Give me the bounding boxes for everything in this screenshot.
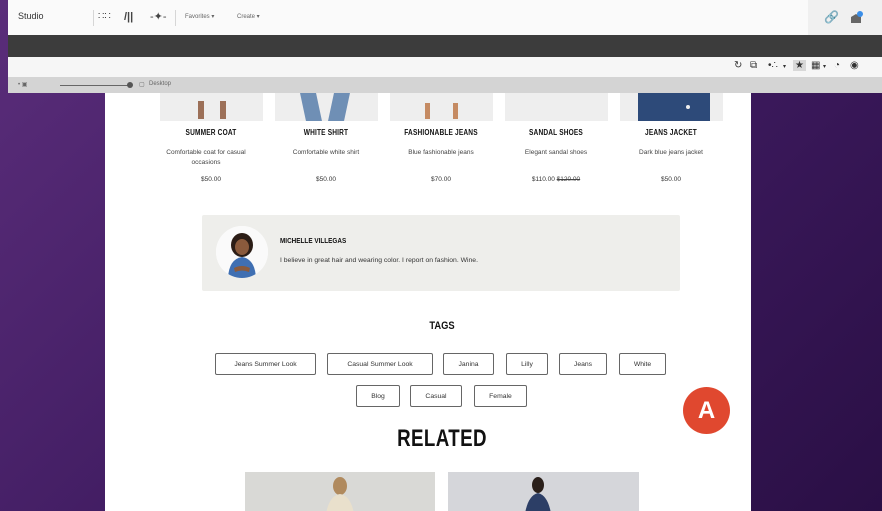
tag-chip[interactable]: Jeans <box>559 353 607 375</box>
product-name[interactable]: SANDAL SHOES <box>507 128 605 137</box>
refresh-icon[interactable]: ↻ <box>734 60 742 71</box>
editor-toolbar: ↻ ⧉ •∴ ▾ ★ ▦ ▾ ◔ ◉ <box>8 57 882 77</box>
old-price: $120.00 <box>556 176 581 183</box>
price-value: $70.00 <box>431 176 451 183</box>
favorites-menu[interactable]: Favorites ▾ <box>185 13 214 20</box>
product-price: $50.00 <box>271 176 381 183</box>
product-description: Elegant sandal shoes <box>524 149 588 156</box>
product-image[interactable] <box>620 93 723 121</box>
chevron-down-icon[interactable]: ▾ <box>783 63 786 70</box>
product-image[interactable] <box>275 93 378 121</box>
product-name[interactable]: JEANS JACKET <box>622 128 720 137</box>
product-image[interactable] <box>160 93 263 121</box>
product-image[interactable] <box>505 93 608 121</box>
topbar-right-area <box>808 0 882 35</box>
product-description: Dark blue jeans jacket <box>639 149 703 156</box>
price-value: $110.00 <box>531 176 555 183</box>
eye-icon[interactable]: ◉ <box>850 60 859 71</box>
tags-heading: TAGS <box>429 320 455 332</box>
link-icon[interactable]: 🔗 <box>824 11 839 23</box>
app-brand[interactable]: Studio <box>18 11 44 21</box>
clock-icon[interactable]: ◔ <box>834 60 840 71</box>
divider <box>93 10 94 26</box>
divider <box>175 10 176 26</box>
product-price: $110.00 $120.00 <box>501 176 611 183</box>
tag-chip[interactable]: Lilly <box>506 353 548 375</box>
related-image[interactable] <box>448 472 639 511</box>
tag-chip[interactable]: Casual Summer Look <box>327 353 433 375</box>
product-price: $50.00 <box>156 176 266 183</box>
view-bar: • ▣ ▢ Desktop <box>8 77 882 93</box>
zoom-slider-track[interactable] <box>60 85 130 86</box>
page-canvas: SUMMER COAT WHITE SHIRT FASHIONABLE JEAN… <box>105 93 751 511</box>
apps-grid-icon[interactable]: ∷∷ <box>98 11 111 23</box>
price-value: $50.00 <box>201 176 221 183</box>
avatar[interactable] <box>216 226 268 278</box>
product-image[interactable] <box>390 93 493 121</box>
related-heading: RELATED <box>397 425 487 452</box>
tag-chip[interactable]: Blog <box>356 385 400 407</box>
product-price: $50.00 <box>616 176 726 183</box>
tag-chip[interactable]: Casual <box>410 385 462 407</box>
price-value: $50.00 <box>316 176 336 183</box>
tag-chip[interactable]: White <box>619 353 666 375</box>
author-bio: I believe in great hair and wearing colo… <box>280 257 478 264</box>
product-description: Blue fashionable jeans <box>408 149 474 156</box>
tag-chip[interactable]: Female <box>474 385 527 407</box>
preview-icon[interactable]: ▦ <box>811 60 820 71</box>
product-name[interactable]: WHITE SHIRT <box>277 128 375 137</box>
notifications-icon[interactable] <box>849 11 863 28</box>
create-menu[interactable]: Create ▾ <box>237 13 260 20</box>
product-name[interactable]: SUMMER COAT <box>162 128 260 137</box>
device-label[interactable]: Desktop <box>149 81 171 87</box>
tag-chip[interactable]: Janina <box>443 353 494 375</box>
annotation-marker: A <box>683 387 730 434</box>
author-card: MICHELLE VILLEGAS I believe in great hai… <box>202 215 680 291</box>
star-icon[interactable]: ★ <box>793 60 806 71</box>
related-image[interactable] <box>245 472 435 511</box>
top-bar: Studio ∷∷ /|| -✦- Favorites ▾ Create ▾ 🔗 <box>8 0 882 36</box>
crosshair-icon[interactable]: -✦- <box>150 11 167 23</box>
price-value: $50.00 <box>661 176 681 183</box>
tag-chip[interactable]: Jeans Summer Look <box>215 353 316 375</box>
author-name[interactable]: MICHELLE VILLEGAS <box>280 236 346 245</box>
chevron-down-icon[interactable]: ▾ <box>823 63 826 70</box>
external-link-icon[interactable]: ⧉ <box>750 60 757 71</box>
layers-icon[interactable]: /|| <box>124 11 133 23</box>
product-name[interactable]: FASHIONABLE JEANS <box>392 128 490 137</box>
zoom-slider-handle[interactable] <box>127 82 133 88</box>
sidebar-toggle-icon[interactable]: • ▣ <box>18 81 27 88</box>
product-description: Comfortable white shirt <box>292 149 360 156</box>
product-price: $70.00 <box>386 176 496 183</box>
product-description: Comfortable coat for casual occasions <box>166 149 246 166</box>
dark-header-bar <box>8 35 882 57</box>
share-icon[interactable]: •∴ <box>768 60 778 71</box>
desktop-icon[interactable]: ▢ <box>139 81 145 88</box>
